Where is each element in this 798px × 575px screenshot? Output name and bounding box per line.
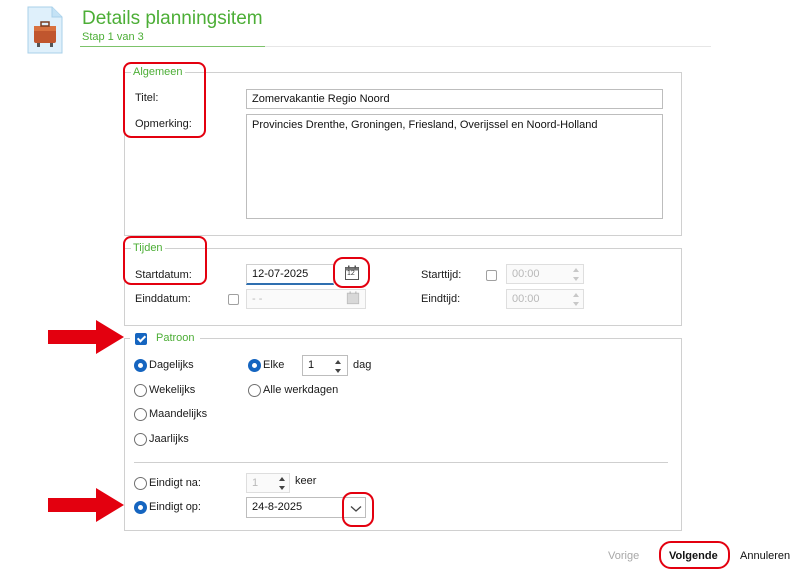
end-date-checkbox[interactable]	[228, 294, 239, 305]
frequency-radio-weekly[interactable]	[134, 384, 147, 397]
every-unit: dag	[353, 359, 372, 371]
every-radio[interactable]	[248, 359, 261, 372]
pattern-divider	[134, 462, 668, 463]
red-arrow-ends-on	[48, 488, 124, 522]
ends-after-spinner[interactable]	[275, 474, 289, 492]
start-date-input[interactable]: 12-07-2025	[246, 264, 334, 285]
every-label: Elke	[263, 359, 285, 371]
ends-after-unit: keer	[295, 475, 317, 487]
ends-after-radio[interactable]	[134, 477, 147, 490]
pattern-group-title[interactable]: Patroon	[154, 332, 197, 344]
workdays-label: Alle werkdagen	[263, 384, 339, 396]
frequency-label-weekly: Wekelijks	[149, 384, 196, 396]
start-time-label: Starttijd:	[421, 269, 462, 281]
title-input[interactable]: Zomervakantie Regio Noord	[246, 89, 663, 109]
start-time-checkbox[interactable]	[486, 270, 497, 281]
end-date-label: Einddatum:	[135, 293, 191, 305]
previous-button[interactable]: Vorige	[608, 550, 639, 562]
frequency-label-daily: Dagelijks	[149, 359, 194, 371]
pattern-checkbox[interactable]	[135, 333, 147, 345]
pattern-group	[124, 338, 682, 531]
highlight-next-button	[659, 541, 730, 569]
frequency-radio-yearly[interactable]	[134, 433, 147, 446]
ends-on-radio[interactable]	[134, 501, 147, 514]
workdays-radio[interactable]	[248, 384, 261, 397]
planning-item-icon	[27, 6, 63, 54]
ends-after-label: Eindigt na:	[149, 477, 201, 489]
calendar-icon	[346, 291, 360, 305]
highlight-general	[123, 62, 206, 138]
start-time-spinner[interactable]	[569, 265, 583, 283]
frequency-radio-daily[interactable]	[134, 359, 147, 372]
header-divider	[80, 46, 265, 47]
highlight-calendar	[333, 257, 370, 288]
page-title: Details planningsitem	[82, 8, 263, 29]
end-time-label: Eindtijd:	[421, 293, 461, 305]
red-arrow-pattern	[48, 320, 124, 354]
remark-textarea[interactable]: Provincies Drenthe, Groningen, Friesland…	[246, 114, 663, 219]
times-group	[124, 248, 682, 326]
cancel-button[interactable]: Annuleren	[740, 550, 790, 562]
end-time-spinner[interactable]	[569, 290, 583, 308]
every-spinner[interactable]	[331, 357, 345, 375]
ends-on-label: Eindigt op:	[149, 501, 201, 513]
highlight-date-dropdown	[342, 492, 374, 527]
frequency-radio-monthly[interactable]	[134, 408, 147, 421]
frequency-label-yearly: Jaarlijks	[149, 433, 189, 445]
step-indicator: Stap 1 van 3	[82, 31, 144, 43]
header-divider-rest	[265, 46, 711, 47]
highlight-times	[123, 236, 207, 285]
frequency-label-monthly: Maandelijks	[149, 408, 208, 420]
